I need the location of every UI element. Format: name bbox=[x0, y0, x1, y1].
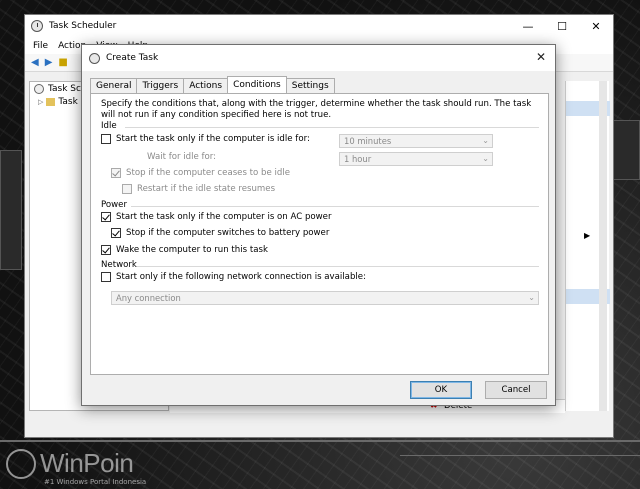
clock-icon bbox=[34, 83, 44, 94]
forward-arrow-icon[interactable]: ▶ bbox=[45, 57, 53, 68]
section-divider bbox=[137, 266, 539, 267]
minimize-button[interactable]: — bbox=[511, 15, 545, 37]
start-if-idle-label: Start the task only if the computer is i… bbox=[116, 134, 310, 144]
tab-triggers[interactable]: Triggers bbox=[136, 78, 185, 93]
tab-actions[interactable]: Actions bbox=[183, 78, 229, 93]
ac-power-checkbox[interactable] bbox=[101, 212, 111, 222]
chevron-down-icon: ⌄ bbox=[528, 293, 535, 302]
wake-computer-checkbox[interactable] bbox=[101, 245, 111, 255]
restart-if-idle-label: Restart if the idle state resumes bbox=[137, 184, 276, 194]
cancel-button[interactable]: Cancel bbox=[485, 381, 547, 399]
expand-arrow-icon[interactable]: ▷ bbox=[38, 98, 43, 106]
close-window-button[interactable]: ✕ bbox=[579, 15, 613, 37]
ac-power-option[interactable]: Start the task only if the computer is o… bbox=[101, 212, 332, 222]
main-window-title: Task Scheduler bbox=[49, 21, 117, 31]
dialog-title: Create Task bbox=[106, 53, 159, 63]
idle-duration-combo[interactable]: 10 minutes ⌄ bbox=[339, 134, 493, 148]
vertical-scrollbar[interactable] bbox=[599, 81, 607, 411]
close-icon[interactable]: ✕ bbox=[533, 49, 549, 65]
stop-if-not-idle-option[interactable]: Stop if the computer ceases to be idle bbox=[111, 168, 290, 178]
background-circuit-trace bbox=[400, 455, 640, 456]
tab-settings[interactable]: Settings bbox=[285, 78, 335, 93]
back-arrow-icon[interactable]: ◀ bbox=[31, 57, 39, 68]
submenu-arrow-icon[interactable]: ▶ bbox=[584, 231, 590, 240]
folder-icon bbox=[46, 97, 56, 106]
main-titlebar: Task Scheduler — ☐ ✕ bbox=[25, 15, 613, 37]
stop-on-battery-option[interactable]: Stop if the computer switches to battery… bbox=[111, 228, 329, 238]
wait-for-idle-combo[interactable]: 1 hour ⌄ bbox=[339, 152, 493, 166]
start-if-idle-checkbox[interactable] bbox=[101, 134, 111, 144]
stop-on-battery-checkbox[interactable] bbox=[111, 228, 121, 238]
chevron-down-icon: ⌄ bbox=[482, 154, 489, 163]
create-task-dialog: Create Task ✕ General Triggers Actions C… bbox=[81, 44, 556, 406]
watermark-tagline: #1 Windows Portal Indonesia bbox=[44, 478, 147, 486]
maximize-button[interactable]: ☐ bbox=[545, 15, 579, 37]
clock-icon bbox=[31, 20, 43, 32]
chevron-down-icon: ⌄ bbox=[482, 136, 489, 145]
power-section-title: Power bbox=[101, 200, 127, 210]
network-label: Start only if the following network conn… bbox=[116, 272, 366, 282]
restart-if-idle-checkbox[interactable] bbox=[122, 184, 132, 194]
folder-icon[interactable]: ■ bbox=[58, 57, 67, 68]
watermark-brand: WinPoin bbox=[40, 448, 134, 478]
stop-if-not-idle-checkbox[interactable] bbox=[111, 168, 121, 178]
ok-button[interactable]: OK bbox=[410, 381, 472, 399]
tab-general[interactable]: General bbox=[90, 78, 138, 93]
conditions-description: Specify the conditions that, along with … bbox=[101, 99, 532, 120]
stop-on-battery-label: Stop if the computer switches to battery… bbox=[126, 228, 330, 238]
network-connection-combo[interactable]: Any connection ⌄ bbox=[111, 291, 539, 305]
start-if-idle-option[interactable]: Start the task only if the computer is i… bbox=[101, 134, 310, 144]
network-option[interactable]: Start only if the following network conn… bbox=[101, 272, 366, 282]
background-circuit-trace bbox=[0, 440, 640, 442]
wake-computer-option[interactable]: Wake the computer to run this task bbox=[101, 245, 268, 255]
background-circuit-chip bbox=[0, 150, 22, 270]
menu-file[interactable]: File bbox=[33, 41, 48, 51]
conditions-panel: Specify the conditions that, along with … bbox=[90, 93, 549, 375]
ac-power-label: Start the task only if the computer is o… bbox=[116, 212, 332, 222]
tab-conditions[interactable]: Conditions bbox=[227, 76, 287, 93]
winpoin-logo-icon bbox=[6, 448, 36, 479]
stop-if-not-idle-label: Stop if the computer ceases to be idle bbox=[126, 168, 291, 178]
wait-for-idle-label: Wait for idle for: bbox=[147, 152, 217, 162]
network-section-title: Network bbox=[101, 260, 137, 270]
clock-icon bbox=[89, 52, 100, 64]
section-divider bbox=[131, 206, 539, 207]
network-checkbox[interactable] bbox=[101, 272, 111, 282]
wake-computer-label: Wake the computer to run this task bbox=[116, 245, 268, 255]
tab-strip: General Triggers Actions Conditions Sett… bbox=[90, 76, 335, 93]
dialog-titlebar: Create Task ✕ bbox=[82, 45, 555, 71]
idle-section-title: Idle bbox=[101, 121, 117, 131]
restart-if-idle-option[interactable]: Restart if the idle state resumes bbox=[122, 184, 275, 194]
section-divider bbox=[125, 127, 539, 128]
watermark: WinPoin bbox=[6, 448, 134, 479]
